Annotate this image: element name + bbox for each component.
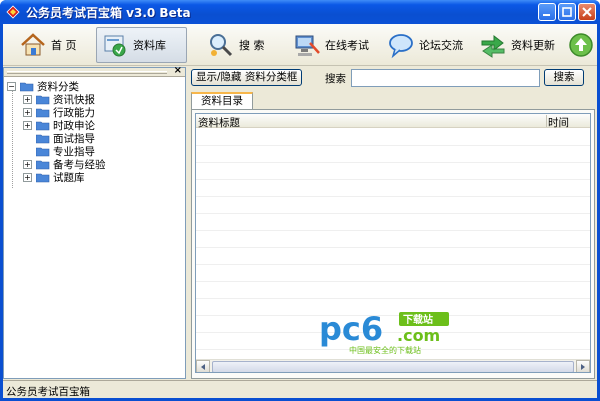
panel-header: × bbox=[4, 65, 185, 77]
column-header-time[interactable]: 时间 bbox=[548, 115, 569, 130]
upload-circle-icon bbox=[569, 33, 593, 57]
app-logo-icon bbox=[6, 5, 20, 19]
title-bar[interactable]: 公务员考试百宝箱 v3.0 Beta bbox=[0, 0, 600, 24]
expand-icon[interactable]: + bbox=[23, 173, 32, 182]
toolbar-forum-button[interactable]: 论坛交流 bbox=[383, 27, 463, 63]
watermark-tagline: 中国最安全的下载站 bbox=[349, 345, 421, 355]
close-icon bbox=[582, 7, 592, 17]
status-text: 公务员考试百宝箱 bbox=[6, 386, 90, 398]
search-icon bbox=[210, 34, 233, 57]
expand-icon[interactable]: + bbox=[23, 95, 32, 104]
toolbar-update-button[interactable]: 资料更新 bbox=[475, 27, 555, 63]
app-window: 公务员考试百宝箱 v3.0 Beta 首 页 资料库 搜 索 在线考试 论坛交流… bbox=[0, 0, 600, 401]
maximize-button[interactable] bbox=[558, 3, 576, 21]
content-area: 显示/隐藏 资料分类框 搜索 搜索 资料目录 资料标题 时间 pc6 下载站 .… bbox=[189, 67, 597, 379]
watermark-domain: .com bbox=[397, 326, 440, 345]
minimize-icon bbox=[543, 14, 550, 16]
search-input[interactable] bbox=[351, 69, 540, 87]
scroll-right-icon bbox=[581, 364, 585, 370]
status-bar: 公务员考试百宝箱 bbox=[3, 380, 597, 398]
pc6-watermark-logo: pc6 下载站 .com 中国最安全的下载站 bbox=[319, 310, 449, 355]
watermark-brand-suffix: 下载站 bbox=[403, 313, 433, 326]
search-label: 搜索 bbox=[325, 73, 346, 85]
toolbar-label: 资料更新 bbox=[511, 39, 555, 52]
tree-item[interactable]: + 试题库 bbox=[23, 171, 85, 184]
tree-item-label: 试题库 bbox=[53, 172, 85, 184]
update-arrows-icon bbox=[481, 34, 505, 58]
panel-grip[interactable] bbox=[7, 71, 167, 74]
library-icon bbox=[104, 35, 126, 57]
tab-directory[interactable]: 资料目录 bbox=[191, 92, 253, 110]
folder-icon bbox=[36, 160, 50, 170]
expand-icon[interactable]: + bbox=[23, 121, 32, 130]
list-header: 资料标题 时间 bbox=[196, 114, 590, 130]
folder-icon bbox=[36, 134, 50, 144]
folder-icon bbox=[36, 121, 50, 131]
forum-chat-icon bbox=[389, 34, 413, 59]
toolbar-label: 在线考试 bbox=[325, 39, 369, 52]
toolbar-search-button[interactable]: 搜 索 bbox=[203, 27, 265, 63]
folder-icon bbox=[36, 173, 50, 183]
expand-icon[interactable]: + bbox=[23, 160, 32, 169]
toolbar-home-button[interactable]: 首 页 bbox=[15, 27, 77, 63]
toolbar-label: 资料库 bbox=[133, 39, 166, 52]
client-area: 首 页 资料库 搜 索 在线考试 论坛交流 资料更新 × − 资料分类 + 资讯… bbox=[3, 24, 597, 398]
home-icon bbox=[21, 33, 45, 56]
toolbar-extra-button[interactable] bbox=[563, 27, 595, 63]
horizontal-scrollbar[interactable] bbox=[196, 359, 590, 372]
toolbar-label: 首 页 bbox=[51, 39, 77, 52]
folder-open-icon bbox=[20, 82, 34, 92]
online-exam-icon bbox=[295, 35, 320, 56]
toolbar-label: 搜 索 bbox=[239, 39, 265, 52]
scroll-thumb[interactable] bbox=[212, 361, 574, 372]
category-panel: × − 资料分类 + 资讯快报 + 行政能力 + 时政申论 面试指导 专业指导 … bbox=[3, 65, 186, 379]
window-title: 公务员考试百宝箱 v3.0 Beta bbox=[26, 6, 191, 20]
folder-icon bbox=[36, 147, 50, 157]
close-button[interactable] bbox=[578, 3, 596, 21]
maximize-icon bbox=[562, 7, 572, 17]
toolbar-online-exam-button[interactable]: 在线考试 bbox=[289, 27, 369, 63]
toolbar-library-button[interactable]: 资料库 bbox=[96, 27, 187, 63]
collapse-icon[interactable]: − bbox=[7, 82, 16, 91]
search-button[interactable]: 搜索 bbox=[544, 69, 584, 86]
scroll-right-button[interactable] bbox=[576, 360, 590, 372]
scroll-left-button[interactable] bbox=[196, 360, 210, 372]
toggle-category-button[interactable]: 显示/隐藏 资料分类框 bbox=[191, 69, 303, 86]
minimize-button[interactable] bbox=[538, 3, 556, 21]
watermark-brand: pc6 bbox=[319, 310, 383, 348]
expand-icon[interactable]: + bbox=[23, 108, 32, 117]
main-toolbar: 首 页 资料库 搜 索 在线考试 论坛交流 资料更新 bbox=[3, 24, 597, 66]
column-header-title[interactable]: 资料标题 bbox=[198, 115, 240, 130]
scroll-left-icon bbox=[201, 364, 205, 370]
folder-icon bbox=[36, 95, 50, 105]
folder-icon bbox=[36, 108, 50, 118]
panel-close-icon[interactable]: × bbox=[174, 65, 182, 76]
toolbar-label: 论坛交流 bbox=[419, 39, 463, 52]
